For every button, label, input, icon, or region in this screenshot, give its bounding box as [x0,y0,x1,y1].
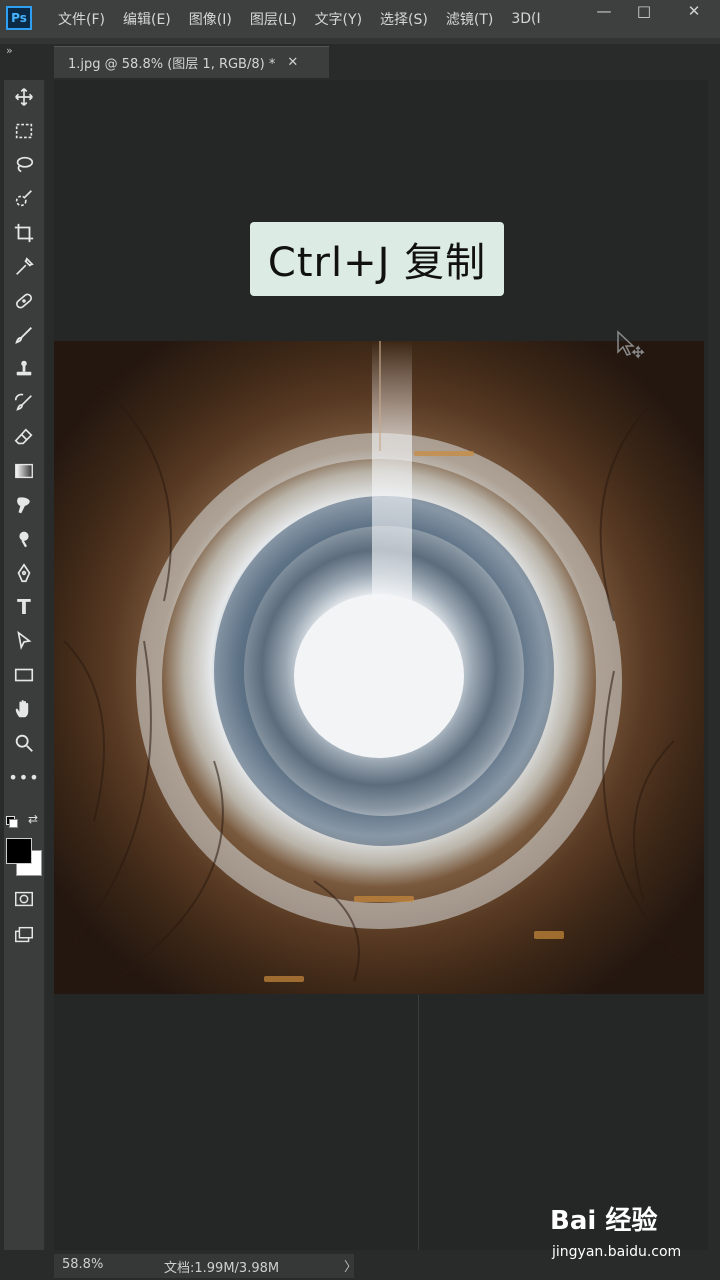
document-info: 文档:1.99M/3.98M [164,1261,280,1276]
hand-tool-icon[interactable] [6,694,42,724]
mouse-cursor-icon [616,330,650,368]
tree-tunnel-photo [54,341,704,994]
close-tab-icon[interactable]: ✕ [287,55,298,70]
path-select-tool-icon[interactable] [6,626,42,656]
baidu-watermark: Bai 经验 jingyan.baidu.com [550,1200,710,1270]
menu-list: 文件(F) 编辑(E) 图像(I) 图层(L) 文字(Y) 选择(S) 滤镜(T… [58,0,559,38]
status-bar: 58.8% 文档:1.99M/3.98M 〉 [54,1254,357,1278]
status-menu-arrow-icon[interactable]: 〉 [344,1256,357,1275]
move-tool-icon[interactable] [6,82,42,112]
healing-brush-tool-icon[interactable] [6,286,42,316]
menu-edit[interactable]: 编辑(E) [123,9,171,29]
marquee-tool-icon[interactable] [6,116,42,146]
gradient-tool-icon[interactable] [6,456,42,486]
eyedropper-tool-icon[interactable] [6,252,42,282]
menu-filter[interactable]: 滤镜(T) [446,9,493,29]
default-colors-icon[interactable] [6,816,18,828]
watermark-url: jingyan.baidu.com [552,1244,682,1260]
quick-select-tool-icon[interactable] [6,184,42,214]
photoshop-logo-icon: Ps [6,6,32,30]
zoom-level[interactable]: 58.8% [62,1257,103,1272]
menu-select[interactable]: 选择(S) [380,9,428,29]
panel-collapse-icon[interactable]: » [6,44,13,57]
menu-file[interactable]: 文件(F) [58,9,105,29]
zoom-tool-icon[interactable] [6,728,42,758]
watermark-logo-text: Bai 经验 [550,1206,658,1236]
rectangle-tool-icon[interactable] [6,660,42,690]
crop-tool-icon[interactable] [6,218,42,248]
lasso-tool-icon[interactable] [6,150,42,180]
baidu-jingyan-logo: Bai 经验 [550,1200,657,1237]
tools-panel: T ••• ⇄ [4,80,45,1250]
dodge-tool-icon[interactable] [6,524,42,554]
smudge-tool-icon[interactable] [6,490,42,520]
shortcut-caption: Ctrl+J 复制 [250,222,504,296]
canvas-guide [418,995,419,1250]
menu-layer[interactable]: 图层(L) [250,9,297,29]
clone-stamp-tool-icon[interactable] [6,354,42,384]
eraser-tool-icon[interactable] [6,422,42,452]
menu-type[interactable]: 文字(Y) [315,9,362,29]
more-tools-icon[interactable]: ••• [6,762,42,792]
quick-mask-icon[interactable] [6,884,42,914]
maximize-button[interactable]: □ [626,0,662,22]
foreground-color-swatch[interactable] [6,838,32,864]
history-brush-tool-icon[interactable] [6,388,42,418]
menu-3d[interactable]: 3D(I [511,11,540,27]
type-tool-icon[interactable]: T [6,592,42,622]
brush-tool-icon[interactable] [6,320,42,350]
menu-image[interactable]: 图像(I) [189,9,232,29]
minimize-button[interactable]: — [586,0,622,22]
menu-bar: Ps 文件(F) 编辑(E) 图像(I) 图层(L) 文字(Y) 选择(S) 滤… [0,0,720,38]
document-tab-title: 1.jpg @ 58.8% (图层 1, RGB/8) * [68,57,276,72]
document-image[interactable] [54,341,704,994]
swap-colors-icon[interactable]: ⇄ [28,812,38,826]
pen-tool-icon[interactable] [6,558,42,588]
close-window-button[interactable]: ✕ [676,0,712,22]
document-tab[interactable]: 1.jpg @ 58.8% (图层 1, RGB/8) * ✕ [54,46,329,78]
screen-mode-icon[interactable] [6,920,42,950]
